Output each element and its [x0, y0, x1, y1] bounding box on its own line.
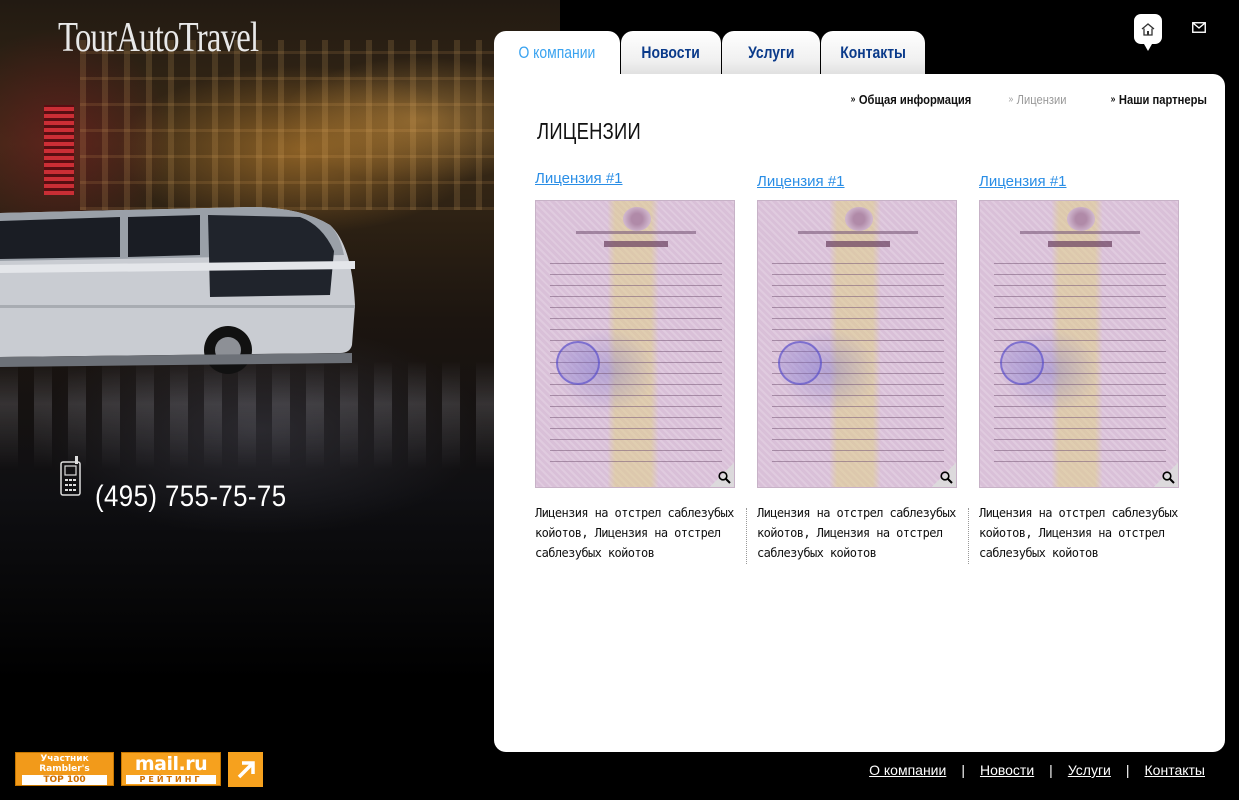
license-card: Лицензия #1 Лицензия на отстрел саблезуб… — [535, 170, 757, 563]
mailru-badge-logo: mail.ru — [134, 753, 208, 775]
double-chevron-right-icon: » — [1110, 94, 1116, 105]
license-card: Лицензия #1 Лицензия на отстрел саблезуб… — [979, 173, 1201, 563]
license-description: Лицензия на отстрел саблезубых койотов, … — [979, 506, 1178, 560]
page-title: ЛИЦЕНЗИИ — [537, 118, 641, 144]
footer-link-contacts[interactable]: Контакты — [1145, 762, 1205, 778]
magnifier-icon — [940, 471, 953, 484]
rambler-badge-bottom: TOP 100 — [22, 775, 107, 785]
rambler-badge-mid: Rambler's — [39, 764, 90, 774]
mail-icon[interactable] — [1192, 22, 1206, 33]
home-button[interactable] — [1134, 14, 1162, 51]
footer-link-news[interactable]: Новости — [980, 762, 1034, 778]
column-divider — [968, 508, 969, 564]
site-logo[interactable]: TourAutoTravel — [58, 14, 259, 62]
footer-link-about[interactable]: О компании — [869, 762, 946, 778]
emblem-icon — [1067, 207, 1095, 231]
sub-navigation: » Общая информация » Лицензии » Наши пар… — [831, 92, 1207, 107]
license-description: Лицензия на отстрел саблезубых койотов, … — [757, 506, 956, 560]
footer-separator: | — [961, 762, 965, 778]
zoom-button[interactable] — [932, 463, 956, 487]
license-link[interactable]: Лицензия #1 — [535, 170, 757, 200]
document-title — [1048, 241, 1112, 247]
bus-image — [0, 207, 355, 374]
zoom-button[interactable] — [710, 463, 734, 487]
document-header — [1020, 231, 1140, 234]
mailru-badge-rating: РЕЙТИНГ — [126, 775, 216, 784]
license-link[interactable]: Лицензия #1 — [757, 173, 979, 203]
phone-icon — [60, 456, 81, 496]
document-title — [604, 241, 668, 247]
emblem-icon — [623, 207, 651, 231]
footer-separator: | — [1125, 762, 1130, 778]
footer-link-services[interactable]: Услуги — [1068, 762, 1111, 778]
subnav-general-info[interactable]: » Общая информация — [851, 92, 972, 107]
zoom-button[interactable] — [1154, 463, 1178, 487]
document-header — [576, 231, 696, 234]
document-header — [798, 231, 918, 234]
double-chevron-right-icon: » — [850, 94, 856, 105]
arrow-up-right-icon — [237, 760, 255, 778]
hero-background — [0, 0, 560, 800]
footer-separator: | — [1049, 762, 1053, 778]
license-thumbnail[interactable] — [979, 200, 1179, 488]
license-thumbnail[interactable] — [535, 200, 735, 488]
stamp-seal — [1000, 341, 1044, 385]
license-card: Лицензия #1 Лицензия на отстрел саблезуб… — [757, 173, 979, 563]
rambler-badge-top: Участник — [40, 754, 89, 764]
crosswalk — [0, 360, 500, 470]
double-chevron-right-icon: » — [1008, 94, 1014, 105]
building-lights — [80, 40, 540, 210]
rambler-top100-badge[interactable]: Участник Rambler's TOP 100 — [15, 752, 114, 786]
phone-number: (495) 755-75-75 — [95, 480, 287, 513]
column-divider — [746, 508, 747, 564]
magnifier-icon — [718, 471, 731, 484]
license-thumbnail[interactable] — [757, 200, 957, 488]
neon-sign — [44, 105, 74, 195]
stamp-seal — [778, 341, 822, 385]
stamp-seal — [556, 341, 600, 385]
subnav-partners[interactable]: » Наши партнеры — [1111, 92, 1207, 107]
footer-navigation: О компании | Новости | Услуги | Контакты — [869, 762, 1205, 778]
document-title — [826, 241, 890, 247]
external-arrow-badge[interactable] — [228, 752, 263, 787]
home-icon — [1141, 22, 1155, 36]
content-panel: » Общая информация » Лицензии » Наши пар… — [494, 74, 1225, 752]
license-description: Лицензия на отстрел саблезубых койотов, … — [535, 506, 734, 560]
subnav-licenses[interactable]: » Лицензии — [1009, 92, 1067, 107]
emblem-icon — [845, 207, 873, 231]
mailru-rating-badge[interactable]: mail.ru РЕЙТИНГ — [121, 752, 221, 786]
magnifier-icon — [1162, 471, 1175, 484]
license-link[interactable]: Лицензия #1 — [979, 173, 1201, 203]
